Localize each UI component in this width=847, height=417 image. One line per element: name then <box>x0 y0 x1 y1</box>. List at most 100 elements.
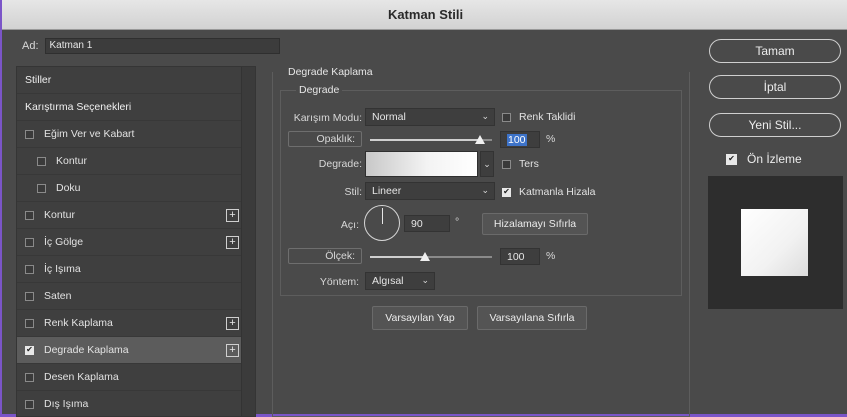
style-list-item[interactable]: İç Gölge + <box>17 229 255 256</box>
ok-button[interactable]: Tamam <box>709 39 841 63</box>
scale-input[interactable]: 100 <box>500 248 540 265</box>
align-with-layer-checkbox-box[interactable]: ✔ <box>502 187 511 197</box>
style-list-label: Renk Kaplama <box>44 317 113 329</box>
gradient-dropdown-button[interactable]: ⌄ <box>480 151 494 177</box>
style-checkbox[interactable] <box>25 318 34 328</box>
dither-checkbox-box[interactable] <box>502 112 511 122</box>
reverse-checkbox[interactable]: Ters <box>502 158 539 170</box>
style-checkbox[interactable] <box>25 372 34 382</box>
style-checkbox[interactable] <box>25 210 34 220</box>
preview-checkbox-box[interactable]: ✔ <box>726 153 737 165</box>
angle-input[interactable]: 90 <box>404 215 450 232</box>
align-with-layer-label: Katmanla Hizala <box>519 186 596 198</box>
reset-alignment-button[interactable]: Hizalamayı Sıfırla <box>482 213 588 235</box>
preview-thumbnail <box>741 209 808 276</box>
style-list-label: Eğim Ver ve Kabart <box>44 128 135 140</box>
preview-checkbox[interactable]: ✔ Ön İzleme <box>726 152 802 166</box>
add-effect-icon[interactable]: + <box>226 209 239 222</box>
add-effect-icon[interactable]: + <box>226 236 239 249</box>
style-list-label: Stiller <box>25 74 52 86</box>
style-checkbox[interactable]: ✔ <box>25 345 34 355</box>
style-checkbox[interactable] <box>37 183 46 193</box>
style-list-item[interactable]: Saten <box>17 283 255 310</box>
style-list-item[interactable]: Karıştırma Seçenekleri <box>17 94 255 121</box>
style-list-item[interactable]: Dış Işıma <box>17 391 255 417</box>
style-list-item[interactable]: Stiller <box>17 67 255 94</box>
style-list-item[interactable]: Eğim Ver ve Kabart <box>17 121 255 148</box>
gradient-label: Degrade: <box>318 158 362 170</box>
blend-mode-value: Normal <box>372 111 406 123</box>
angle-needle <box>382 208 383 224</box>
opacity-input[interactable]: 100 <box>500 131 540 148</box>
opacity-unit: % <box>546 133 556 145</box>
chevron-down-icon: ⌄ <box>483 159 491 169</box>
chevron-down-icon: ⌄ <box>481 111 489 121</box>
angle-unit: ° <box>455 216 460 228</box>
gradient-group-title: Degrade <box>296 84 343 96</box>
method-select[interactable]: Algısal ⌄ <box>365 272 435 290</box>
gradient-picker-swatch[interactable] <box>365 151 478 177</box>
angle-label: Açı: <box>340 219 359 231</box>
opacity-value: 100 <box>507 134 527 146</box>
styles-list: Stiller Karıştırma Seçenekleri Eğim Ver ve… <box>16 66 256 417</box>
method-value: Algısal <box>372 275 404 287</box>
name-row: Ad: Katman 1 <box>22 38 280 54</box>
name-input[interactable]: Katman 1 <box>44 38 280 54</box>
reverse-checkbox-box[interactable] <box>502 159 511 169</box>
style-list-item[interactable]: Renk Kaplama + <box>17 310 255 337</box>
styles-list-scrollbar[interactable] <box>241 67 255 416</box>
scale-slider-thumb[interactable] <box>419 252 430 261</box>
style-checkbox[interactable] <box>25 237 34 247</box>
style-list-item[interactable]: ✔ Degrade Kaplama + <box>17 337 255 364</box>
style-checkbox[interactable] <box>25 129 34 139</box>
style-label: Stil: <box>344 186 362 198</box>
opacity-label: Opaklık: <box>288 131 362 147</box>
scale-label: Ölçek: <box>288 248 362 264</box>
angle-value: 90 <box>411 218 423 230</box>
style-list-label: Desen Kaplama <box>44 371 119 383</box>
align-with-layer-checkbox[interactable]: ✔ Katmanla Hizala <box>502 186 595 198</box>
style-list-item[interactable]: Kontur <box>17 148 255 175</box>
style-list-label: Saten <box>44 290 72 302</box>
method-label: Yöntem: <box>319 276 359 288</box>
window-title: Katman Stili <box>387 7 464 22</box>
style-value: Lineer <box>372 185 402 197</box>
blend-mode-label: Karışım Modu: <box>293 112 362 124</box>
blend-mode-select[interactable]: Normal ⌄ <box>365 108 495 126</box>
scale-value: 100 <box>507 251 525 263</box>
new-style-button[interactable]: Yeni Stil... <box>709 113 841 137</box>
style-list-label: İç Işıma <box>44 263 81 275</box>
chevron-down-icon: ⌄ <box>421 275 429 285</box>
angle-dial[interactable] <box>364 205 400 241</box>
chevron-down-icon: ⌄ <box>481 185 489 195</box>
style-list-label: İç Gölge <box>44 236 84 248</box>
style-select[interactable]: Lineer ⌄ <box>365 182 495 200</box>
preview-label: Ön İzleme <box>747 152 802 166</box>
style-checkbox[interactable] <box>25 264 34 274</box>
dither-checkbox[interactable]: Renk Taklidi <box>502 111 575 123</box>
style-list-item[interactable]: Doku <box>17 175 255 202</box>
style-list-item[interactable]: Kontur + <box>17 202 255 229</box>
add-effect-icon[interactable]: + <box>226 317 239 330</box>
cancel-button[interactable]: İptal <box>709 75 841 99</box>
style-list-item[interactable]: İç Işıma <box>17 256 255 283</box>
reset-to-default-button[interactable]: Varsayılana Sıfırla <box>477 306 587 330</box>
opacity-slider-fill <box>370 139 480 141</box>
add-effect-icon[interactable]: + <box>226 344 239 357</box>
style-list-label: Dış Işıma <box>44 398 89 410</box>
reverse-label: Ters <box>519 158 539 170</box>
style-list-label: Kontur <box>44 209 75 221</box>
style-list-item[interactable]: Desen Kaplama <box>17 364 255 391</box>
make-default-button[interactable]: Varsayılan Yap <box>372 306 468 330</box>
title-bar: Katman Stili <box>2 0 847 30</box>
scale-unit: % <box>546 250 556 262</box>
dither-label: Renk Taklidi <box>519 111 576 123</box>
style-checkbox[interactable] <box>25 291 34 301</box>
layer-style-dialog: Katman Stili Ad: Katman 1 Stiller Karıştı… <box>0 0 847 417</box>
style-checkbox[interactable] <box>25 399 34 409</box>
style-list-label: Karıştırma Seçenekleri <box>25 101 132 113</box>
gradient-overlay-title: Degrade Kaplama <box>286 66 375 78</box>
style-list-label: Degrade Kaplama <box>44 344 129 356</box>
style-checkbox[interactable] <box>37 156 46 166</box>
opacity-slider-thumb[interactable] <box>474 135 485 144</box>
